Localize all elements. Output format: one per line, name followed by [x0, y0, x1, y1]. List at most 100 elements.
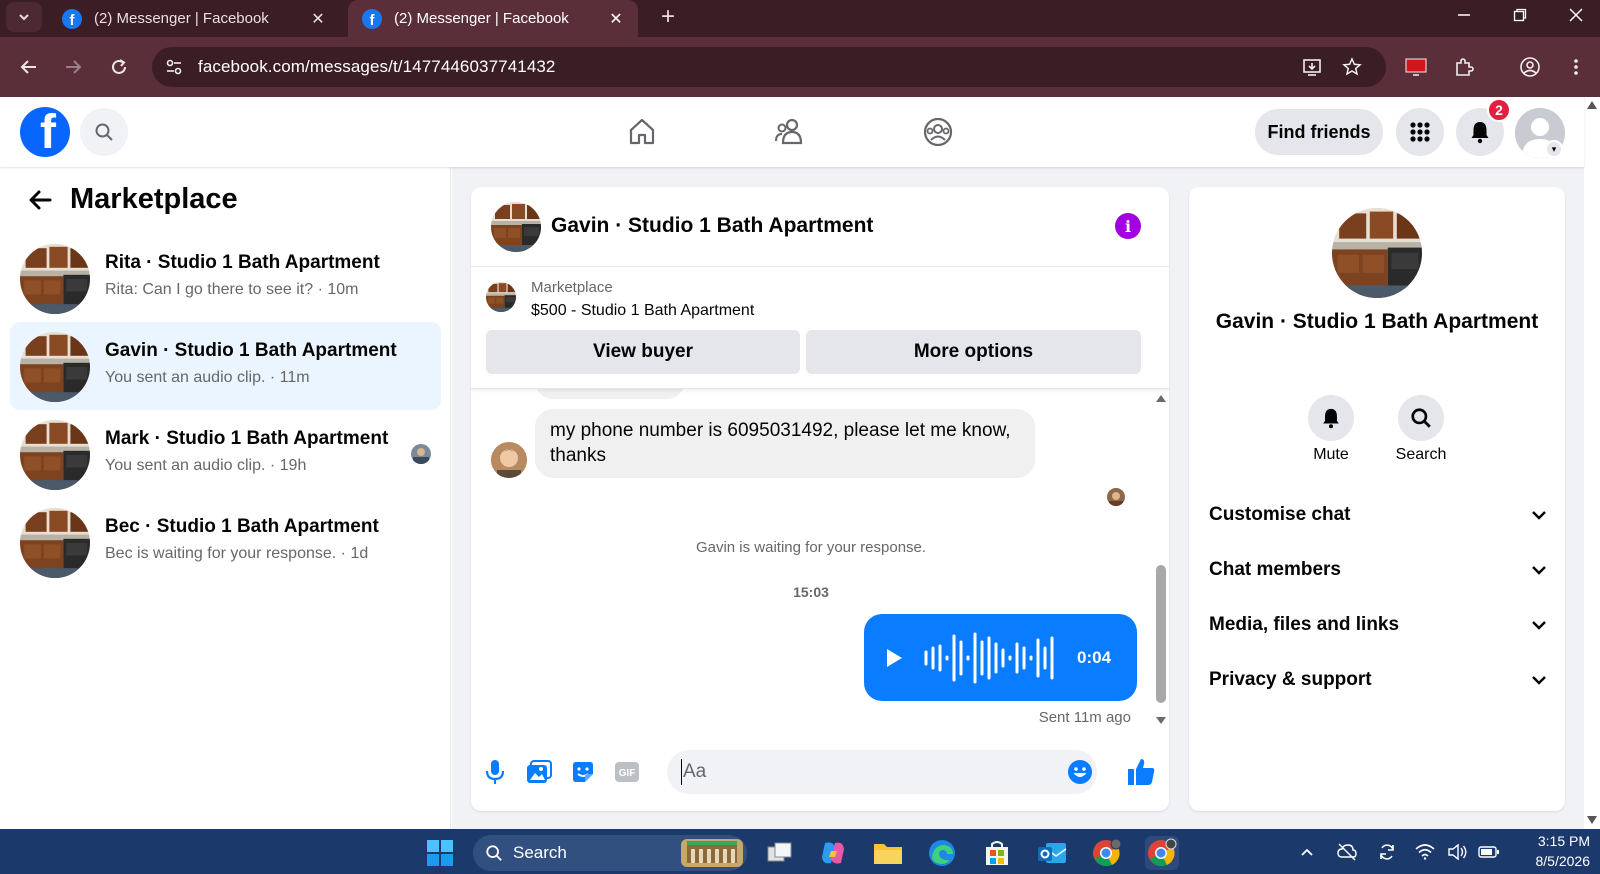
sticker-button[interactable]	[569, 758, 597, 786]
facebook-logo-icon[interactable]: f	[20, 107, 70, 157]
incoming-message-bubble[interactable]: my phone number is 6095031492, please le…	[535, 409, 1035, 478]
scroll-down-icon[interactable]	[1156, 717, 1166, 724]
gif-button[interactable]: GIF	[613, 758, 641, 786]
search-in-conversation-action[interactable]: Search	[1381, 395, 1461, 464]
site-info-icon[interactable]	[162, 55, 186, 79]
address-bar[interactable]: facebook.com/messages/t/1477446037741432	[152, 47, 1386, 87]
account-menu-caret-icon[interactable]: ▾	[1545, 140, 1563, 158]
close-tab-icon[interactable]: ✕	[308, 9, 328, 29]
copilot-app[interactable]	[816, 836, 850, 870]
listing-thumbnail[interactable]	[486, 282, 516, 312]
new-tab-button[interactable]: +	[652, 2, 684, 32]
close-window-button[interactable]	[1548, 0, 1600, 30]
show-hidden-icons[interactable]	[1296, 841, 1318, 863]
marketplace-listing-card: Marketplace $500 - Studio 1 Bath Apartme…	[471, 267, 1169, 389]
scrollbar-thumb[interactable]	[1156, 565, 1166, 703]
chrome-app-active[interactable]	[1145, 836, 1179, 870]
sender-avatar[interactable]	[491, 442, 527, 478]
minimize-window-button[interactable]	[1436, 0, 1492, 30]
start-button[interactable]	[423, 836, 457, 870]
listing-thumbnail	[20, 244, 90, 314]
bell-icon	[1323, 408, 1339, 429]
facebook-search-button[interactable]	[80, 108, 128, 156]
emoji-icon[interactable]	[1067, 759, 1093, 785]
cloud-sync-off-icon[interactable]	[1336, 841, 1358, 863]
menu-grid-button[interactable]	[1396, 108, 1444, 156]
bookmark-star-icon[interactable]	[1340, 55, 1364, 79]
search-highlight-picture-icon	[681, 839, 743, 867]
close-tab-icon[interactable]: ✕	[606, 9, 626, 29]
arrow-left-icon	[20, 60, 36, 74]
folder-icon	[874, 844, 902, 864]
conversation-item-rita[interactable]: Rita · Studio 1 Bath Apartment Rita: Can…	[10, 234, 441, 322]
chat-title[interactable]: Gavin · Studio 1 Bath Apartment	[551, 214, 873, 238]
browser-tab[interactable]: f (2) Messenger | Facebook ✕	[48, 0, 340, 37]
chat-profile-picture[interactable]	[1332, 208, 1422, 298]
media-files-links-section[interactable]: Media, files and links	[1209, 605, 1549, 645]
nav-friends[interactable]	[766, 109, 814, 155]
scroll-down-icon[interactable]	[1587, 816, 1597, 824]
tab-search-button[interactable]	[6, 2, 42, 32]
mute-button[interactable]	[1308, 395, 1354, 441]
back-to-chats-button[interactable]	[24, 184, 56, 216]
chat-members-section[interactable]: Chat members	[1209, 550, 1549, 590]
reload-icon	[112, 59, 126, 74]
conversation-item-bec[interactable]: Bec · Studio 1 Bath Apartment Bec is wai…	[10, 498, 441, 586]
outlook-app[interactable]	[1035, 836, 1069, 870]
edge-browser-app[interactable]	[925, 836, 959, 870]
sync-icon[interactable]	[1376, 841, 1398, 863]
wifi-icon[interactable]	[1414, 841, 1436, 863]
message-scrollbar[interactable]	[1151, 389, 1169, 735]
forward-button[interactable]	[57, 51, 89, 83]
chrome-icon	[1148, 838, 1177, 867]
file-explorer-app[interactable]	[871, 836, 905, 870]
back-button[interactable]	[13, 51, 45, 83]
page-scrollbar[interactable]	[1584, 97, 1600, 829]
chrome-app[interactable]	[1090, 836, 1124, 870]
customise-chat-section[interactable]: Customise chat	[1209, 495, 1549, 535]
volume-icon[interactable]	[1446, 841, 1468, 863]
gif-icon: GIF	[615, 762, 639, 782]
restore-window-button[interactable]	[1492, 0, 1548, 30]
close-icon	[1569, 8, 1583, 22]
listing-price-title[interactable]: $500 - Studio 1 Bath Apartment	[531, 302, 754, 320]
search-in-conversation-button[interactable]	[1398, 395, 1444, 441]
view-buyer-button[interactable]: View buyer	[486, 330, 800, 374]
attach-photo-button[interactable]	[525, 758, 553, 786]
nav-home[interactable]	[618, 109, 666, 155]
more-options-button[interactable]: More options	[806, 330, 1141, 374]
privacy-support-section[interactable]: Privacy & support	[1209, 660, 1549, 700]
extensions-puzzle-icon[interactable]	[1448, 51, 1480, 83]
mute-action[interactable]: Mute	[1291, 395, 1371, 464]
message-composer: GIF	[471, 737, 1169, 807]
chrome-icon	[1093, 838, 1122, 867]
audio-duration: 0:04	[1077, 648, 1112, 667]
voice-clip-button[interactable]	[481, 758, 509, 786]
chevron-down-icon	[1529, 505, 1549, 525]
browser-tab-active[interactable]: f (2) Messenger | Facebook ✕	[348, 0, 638, 37]
taskbar-search[interactable]: Search	[473, 835, 747, 871]
scroll-up-icon[interactable]	[1587, 101, 1597, 109]
find-friends-button[interactable]: Find friends	[1255, 109, 1383, 155]
conversation-item-mark[interactable]: Mark · Studio 1 Bath Apartment You sent …	[10, 410, 441, 498]
listing-thumbnail	[20, 420, 90, 490]
microsoft-store-app[interactable]	[980, 836, 1014, 870]
browser-menu-icon[interactable]	[1560, 51, 1592, 83]
conversation-info-button[interactable]: i	[1115, 213, 1141, 239]
conversation-item-gavin[interactable]: Gavin · Studio 1 Bath Apartment You sent…	[10, 322, 441, 410]
grid-menu-icon	[1410, 122, 1430, 142]
task-view-button[interactable]	[763, 836, 797, 870]
outgoing-audio-clip[interactable]: 0:04	[864, 614, 1137, 701]
profile-icon[interactable]	[1514, 51, 1546, 83]
install-app-icon[interactable]	[1300, 55, 1324, 79]
system-clock[interactable]: 3:15 PM 8/5/2026	[1500, 831, 1591, 871]
reload-button[interactable]	[103, 51, 135, 83]
message-input[interactable]	[681, 759, 1051, 785]
extension-screen-icon[interactable]	[1400, 51, 1432, 83]
scroll-up-icon[interactable]	[1156, 395, 1166, 402]
nav-groups[interactable]	[914, 109, 962, 155]
like-thumb-icon[interactable]	[1125, 756, 1157, 788]
battery-icon[interactable]	[1478, 841, 1500, 863]
chat-avatar[interactable]	[491, 202, 541, 252]
play-icon[interactable]	[884, 647, 904, 669]
